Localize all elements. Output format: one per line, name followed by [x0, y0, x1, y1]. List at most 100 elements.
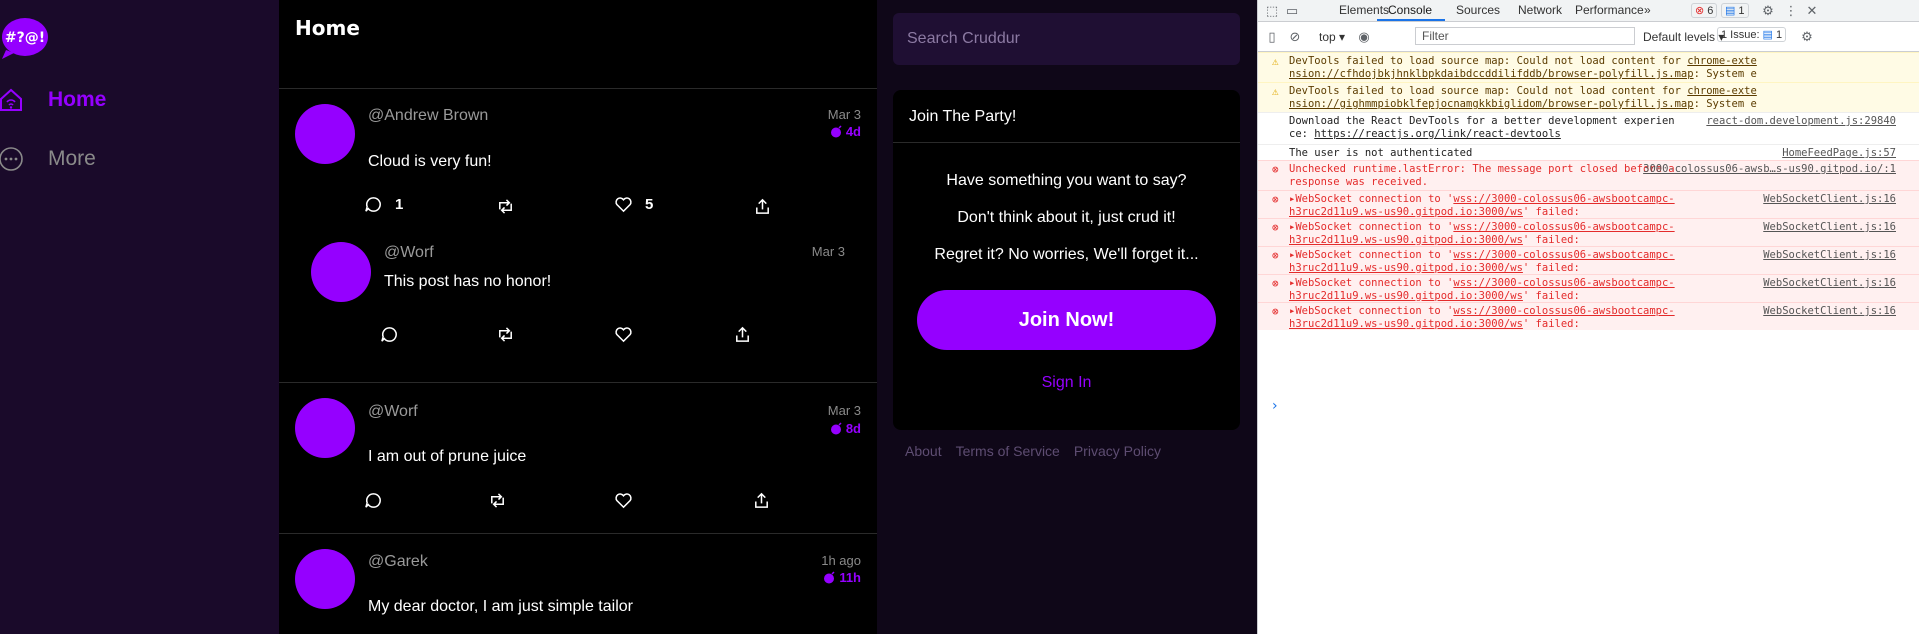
activity-handle[interactable]: @Andrew Brown	[368, 107, 488, 125]
activity-handle[interactable]: @Garek	[368, 553, 428, 571]
log-message-tail: ' failed:	[1522, 318, 1580, 330]
issues-label: 1 Issue:	[1721, 28, 1760, 41]
join-line: Regret it? No worries, We'll forget it..…	[934, 246, 1199, 263]
more-icon	[0, 146, 24, 172]
nav-item-home[interactable]: Home	[0, 80, 106, 120]
reply-button[interactable]	[364, 491, 383, 510]
issues-count: 1	[1775, 28, 1783, 41]
log-source-link[interactable]: WebSocketClient.js:16	[1763, 305, 1896, 318]
tab-console[interactable]: Console	[1388, 3, 1432, 17]
like-button[interactable]	[614, 325, 633, 344]
like-button[interactable]	[614, 491, 633, 510]
console-log-text: ▸WebSocket connection to 'wss://3000-col…	[1289, 249, 1679, 275]
console-log-entry: ⊗ ▸WebSocket connection to 'wss://3000-co…	[1258, 190, 1919, 218]
eye-icon[interactable]: ◉	[1356, 29, 1372, 45]
console-settings-gear-icon[interactable]: ⚙	[1799, 29, 1815, 45]
repost-button[interactable]	[488, 491, 507, 510]
error-icon: ⊗	[1695, 5, 1705, 17]
activity-handle[interactable]: @Worf	[384, 244, 434, 262]
sign-in-link[interactable]: Sign In	[893, 374, 1240, 392]
log-source-link[interactable]: 3000-colossus06-awsb…s-us90.gitpod.io/:1	[1643, 163, 1896, 176]
error-count: 6	[1707, 4, 1714, 17]
log-message: Unchecked runtime.lastError: The message…	[1289, 163, 1675, 188]
activity-expiry: 4d	[830, 124, 861, 139]
context-select[interactable]: top ▾	[1319, 30, 1345, 44]
avatar[interactable]	[295, 549, 355, 609]
log-source-link[interactable]: WebSocketClient.js:16	[1763, 277, 1896, 290]
issue-icon: ▤	[1762, 29, 1773, 41]
console-log-entry: ⊗ ▸WebSocket connection to 'wss://3000-co…	[1258, 274, 1919, 302]
log-source-link[interactable]: HomeFeedPage.js:57	[1782, 147, 1896, 160]
join-panel: Join The Party! Have something you want …	[893, 90, 1240, 430]
message-count-badge[interactable]: ▤ 1	[1721, 3, 1749, 18]
error-count-badge[interactable]: ⊗ 6	[1691, 3, 1718, 18]
console-log-entry: ⊗ ▸WebSocket connection to 'wss://3000-co…	[1258, 302, 1919, 330]
join-now-button[interactable]: Join Now!	[917, 290, 1216, 350]
issues-button[interactable]: 1 Issue: ▤ 1	[1717, 27, 1787, 42]
log-message: DevTools failed to load source map: Coul…	[1289, 55, 1688, 67]
log-message: ▸WebSocket connection to '	[1289, 249, 1454, 261]
error-icon: ⊗	[1272, 249, 1279, 262]
repost-button[interactable]	[496, 197, 515, 216]
footer-link-terms[interactable]: Terms of Service	[956, 443, 1060, 459]
footer-link-privacy[interactable]: Privacy Policy	[1074, 443, 1161, 459]
error-icon: ⊗	[1272, 277, 1279, 290]
log-source-link[interactable]: react-dom.development.js:29840	[1706, 115, 1896, 128]
log-source-link[interactable]: WebSocketClient.js:16	[1763, 193, 1896, 206]
tab-sources[interactable]: Sources	[1456, 3, 1500, 17]
close-icon[interactable]: ✕	[1804, 3, 1820, 19]
avatar[interactable]	[295, 104, 355, 164]
console-log-entry: Download the React DevTools for a better…	[1258, 112, 1919, 144]
reply-button[interactable]	[380, 325, 399, 344]
cruddur-logo[interactable]: #?@!	[0, 16, 50, 60]
log-message-tail: ' failed:	[1522, 262, 1580, 274]
search-input[interactable]	[893, 13, 1240, 65]
log-levels-select[interactable]: Default levels ▾	[1643, 30, 1724, 44]
log-source-link[interactable]: WebSocketClient.js:16	[1763, 249, 1896, 262]
activity-handle[interactable]: @Worf	[368, 403, 418, 421]
tab-performance[interactable]: Performance	[1575, 3, 1644, 17]
share-button[interactable]	[753, 197, 772, 216]
sidebar-toggle-icon[interactable]: ▯	[1264, 29, 1280, 45]
page-title: Home	[295, 16, 360, 40]
share-button[interactable]	[752, 491, 771, 510]
activity-message: My dear doctor, I am just simple tailor	[368, 598, 633, 615]
activity-divider	[279, 533, 877, 534]
kebab-menu-icon[interactable]: ⋮	[1783, 3, 1799, 19]
message-count: 1	[1738, 4, 1745, 17]
console-filter-input[interactable]	[1415, 27, 1635, 45]
clear-console-icon[interactable]: ⊘	[1287, 29, 1303, 45]
tab-network[interactable]: Network	[1518, 3, 1562, 17]
heart-icon	[615, 327, 632, 343]
bomb-icon	[830, 125, 842, 138]
repost-button[interactable]	[496, 325, 515, 344]
settings-gear-icon[interactable]: ⚙	[1760, 3, 1776, 19]
share-icon	[756, 198, 769, 214]
avatar[interactable]	[295, 398, 355, 458]
console-prompt[interactable]: ›	[1272, 398, 1278, 414]
console-log-text: Download the React DevTools for a better…	[1289, 115, 1679, 141]
more-tabs-button[interactable]: »	[1644, 3, 1651, 17]
log-link[interactable]: https://reactjs.org/link/react-devtools	[1314, 128, 1561, 140]
share-button[interactable]	[733, 325, 752, 344]
active-tab-indicator	[1377, 19, 1445, 21]
log-source-link[interactable]: WebSocketClient.js:16	[1763, 221, 1896, 234]
error-icon: ⊗	[1272, 221, 1279, 234]
error-icon: ⊗	[1272, 163, 1279, 176]
device-toggle-icon[interactable]: ▭	[1284, 3, 1300, 19]
reply-count: 1	[395, 196, 404, 213]
avatar[interactable]	[311, 242, 371, 302]
bomb-icon	[824, 571, 835, 584]
join-line: Don't think about it, just crud it!	[957, 209, 1176, 226]
console-log-entry: ⚠ DevTools failed to load source map: Cou…	[1258, 82, 1919, 123]
console-log-text: Unchecked runtime.lastError: The message…	[1289, 163, 1679, 189]
log-message: ▸WebSocket connection to '	[1289, 193, 1454, 205]
activity-message: Cloud is very fun!	[368, 153, 492, 170]
inspect-icon[interactable]: ⬚	[1264, 3, 1280, 19]
reply-button[interactable]: 1	[364, 195, 403, 214]
tab-elements[interactable]: Elements	[1339, 3, 1389, 17]
like-button[interactable]: 5	[614, 195, 653, 214]
warning-icon: ⚠	[1272, 85, 1279, 98]
nav-item-more[interactable]: More	[0, 139, 96, 179]
footer-link-about[interactable]: About	[905, 443, 942, 459]
